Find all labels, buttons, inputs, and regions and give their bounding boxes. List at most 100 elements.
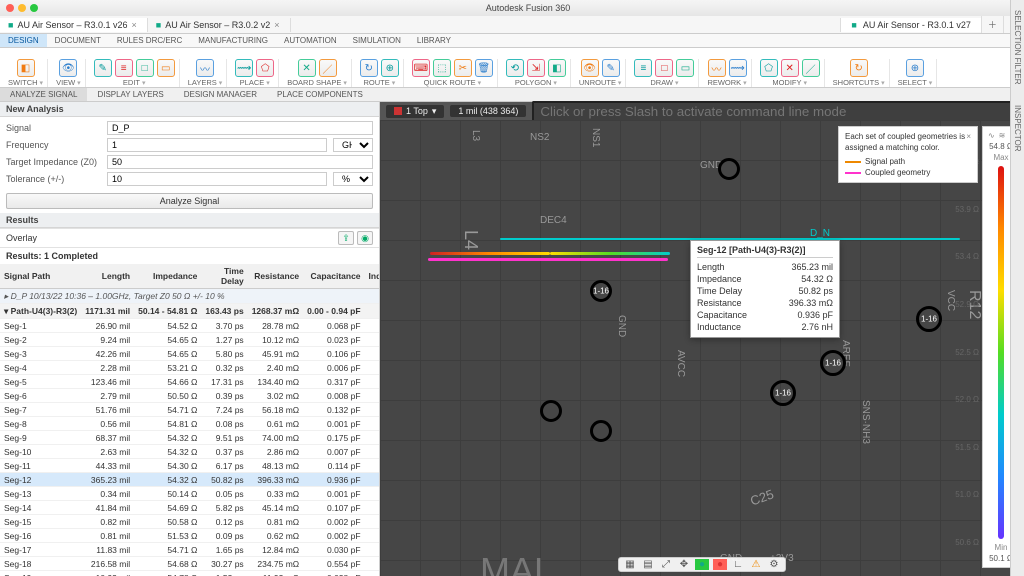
table-row[interactable]: Seg-130.34 mil50.14 Ω0.05 ps0.33 mΩ0.001… [0,487,379,501]
ribbon-button[interactable]: ≡ [115,59,133,77]
table-row[interactable]: Seg-1711.83 mil54.71 Ω1.65 ps12.84 mΩ0.0… [0,543,379,557]
pan-icon[interactable]: ✥ [677,559,691,570]
ribbon-button[interactable]: □ [655,59,673,77]
workspace-tab[interactable]: SIMULATION [345,34,409,47]
ribbon-group-label[interactable]: QUICK ROUTE [424,78,482,87]
ribbon-group-label[interactable]: PLACE [240,78,270,87]
close-icon[interactable]: × [132,20,137,30]
ortho-icon[interactable]: ∟ [731,559,745,570]
ribbon-button[interactable]: □ [136,59,154,77]
ribbon-button[interactable]: ▭ [157,59,175,77]
panel-mode-tab[interactable]: ANALYZE SIGNAL [0,88,87,101]
ribbon-button[interactable]: ⟿ [729,59,747,77]
ribbon-button[interactable]: 〰 [708,59,726,77]
layers-icon[interactable]: ▤ [641,559,655,570]
zoom-icon[interactable] [30,4,38,12]
signal-trace[interactable] [550,252,670,255]
table-row[interactable]: Seg-1910.93 mil54.78 Ω1.53 ps11.92 mΩ0.0… [0,571,379,576]
ribbon-group-label[interactable]: VIEW [56,78,81,87]
workspace-tab[interactable]: LIBRARY [409,34,459,47]
signal-input[interactable] [107,121,373,135]
table-row[interactable]: Seg-150.82 mil50.58 Ω0.12 ps0.81 mΩ0.002… [0,515,379,529]
table-header[interactable]: Time Delay [201,264,247,289]
pad[interactable] [590,420,612,442]
impedance-input[interactable] [107,155,373,169]
table-path-row[interactable]: ▾ Path-U4(3)-R3(2)1171.31 mil50.14 - 54.… [0,304,379,319]
table-row[interactable]: Seg-160.81 mil51.53 Ω0.09 ps0.62 mΩ0.002… [0,529,379,543]
close-icon[interactable]: × [274,20,279,30]
side-tab[interactable]: SELECTION FILTER [1013,10,1022,85]
legend-signal-icon[interactable]: ∿ [988,131,995,140]
overlay-eye-icon[interactable]: ◉ [357,231,373,245]
pad[interactable]: 1-16 [916,306,942,332]
ribbon-button[interactable]: 👁 [581,59,599,77]
ribbon-button[interactable]: ✂ [454,59,472,77]
pad[interactable]: 1-16 [590,280,612,302]
ribbon-group-label[interactable]: SHORTCUTS [833,78,885,87]
window-controls[interactable] [6,4,38,12]
right-side-tabs[interactable]: SELECTION FILTER INSPECTOR [1010,0,1024,576]
workspace-tab[interactable]: DESIGN [0,34,47,47]
status-err-icon[interactable]: ● [713,559,727,570]
ribbon-group-label[interactable]: REWORK [707,78,746,87]
pad[interactable] [540,400,562,422]
view-toolbar[interactable]: ▦ ▤ ⤢ ✥ ● ● ∟ ⚠ ⚙ [618,557,786,572]
layer-selector[interactable]: 1 Top ▾ [386,105,444,118]
ribbon-group-label[interactable]: POLYGON [515,78,557,87]
ribbon-group-label[interactable]: EDIT [123,78,146,87]
pad[interactable]: 1-16 [770,380,796,406]
table-row[interactable]: Seg-62.79 mil50.50 Ω0.39 ps3.02 mΩ0.008 … [0,389,379,403]
ribbon-button[interactable]: ⇲ [527,59,545,77]
ribbon-button[interactable]: ⊕ [381,59,399,77]
pad[interactable] [718,158,740,180]
close-icon[interactable]: × [966,131,971,142]
frequency-input[interactable] [107,138,327,152]
ribbon-group-label[interactable]: LAYERS [188,78,223,87]
ribbon-button[interactable]: ✕ [298,59,316,77]
side-tab[interactable]: INSPECTOR [1013,105,1022,152]
ribbon-button[interactable]: ⬚ [433,59,451,77]
frequency-unit[interactable]: GHz [333,138,373,152]
command-line[interactable] [532,101,1018,122]
ribbon-button[interactable]: ／ [319,59,337,77]
panel-mode-tab[interactable]: DESIGN MANAGER [174,88,267,101]
ribbon-button[interactable]: ⟿ [235,59,253,77]
ribbon-group-label[interactable]: MODIFY [772,78,807,87]
ribbon-group-label[interactable]: UNROUTE [579,78,622,87]
panel-mode-tab[interactable]: DISPLAY LAYERS [87,88,173,101]
ribbon-button[interactable]: 👁 [59,59,77,77]
ribbon-button[interactable]: ✎ [602,59,620,77]
grid-icon[interactable]: ▦ [623,559,637,570]
ribbon-group-label[interactable]: ROUTE [364,78,396,87]
table-row[interactable]: Seg-126.90 mil54.52 Ω3.70 ps28.78 mΩ0.06… [0,319,379,333]
ribbon-button[interactable]: ≡ [634,59,652,77]
ribbon-group-label[interactable]: DRAW [650,78,678,87]
document-tab[interactable]: ■ AU Air Sensor – R3.0.1 v26 × [0,18,148,32]
ribbon-button[interactable]: ↻ [850,59,868,77]
ribbon-button[interactable]: ⬠ [256,59,274,77]
ribbon-group-label[interactable]: SWITCH [8,78,43,87]
ribbon-button[interactable]: ◧ [548,59,566,77]
ribbon-button[interactable]: ⊕ [906,59,924,77]
warning-icon[interactable]: ⚠ [749,559,763,570]
table-row[interactable]: Seg-1144.33 mil54.30 Ω6.17 ps48.13 mΩ0.1… [0,459,379,473]
table-row[interactable]: Seg-342.26 mil54.65 Ω5.80 ps45.91 mΩ0.10… [0,347,379,361]
pad[interactable]: 1-16 [820,350,846,376]
overlay-share-icon[interactable]: ⇪ [338,231,354,245]
ribbon-button[interactable]: ⌨ [412,59,430,77]
workspace-tab[interactable]: DOCUMENT [47,34,109,47]
ribbon-button[interactable]: ◧ [17,59,35,77]
settings-icon[interactable]: ⚙ [767,559,781,570]
workspace-tab[interactable]: RULES DRC/ERC [109,34,190,47]
table-row[interactable]: Seg-18216.58 mil54.68 Ω30.27 ps234.75 mΩ… [0,557,379,571]
table-row[interactable]: Seg-42.28 mil53.21 Ω0.32 ps2.40 mΩ0.006 … [0,361,379,375]
ribbon-button[interactable]: 🗑 [475,59,493,77]
table-header[interactable]: Resistance [248,264,303,289]
ribbon-button[interactable]: 〰 [196,59,214,77]
tolerance-input[interactable] [107,172,327,186]
ribbon-button[interactable]: ⬠ [760,59,778,77]
workspace-tab[interactable]: AUTOMATION [276,34,345,47]
table-row[interactable]: Seg-12365.23 mil54.32 Ω50.82 ps396.33 mΩ… [0,473,379,487]
new-tab-button[interactable]: ＋ [981,16,1003,33]
signal-trace[interactable] [430,252,550,255]
